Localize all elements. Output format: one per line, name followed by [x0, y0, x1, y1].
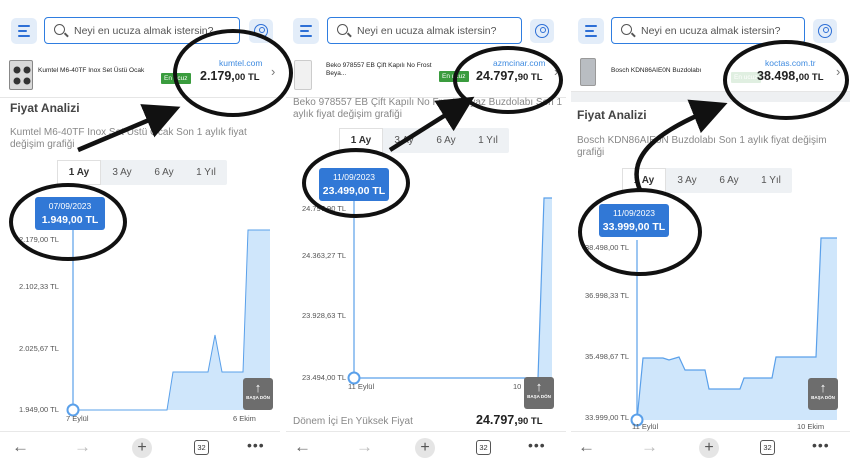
- price-tooltip: 11/09/2023 33.999,00 TL: [599, 204, 669, 237]
- back-to-top-label: BAŞA DÖN: [246, 395, 270, 400]
- x-tick: 11 Eylül: [348, 382, 375, 391]
- more-menu-icon[interactable]: •••: [812, 437, 830, 453]
- y-tick: 1.949,00 TL: [19, 405, 59, 414]
- x-tick: 10 Ekim: [797, 422, 825, 431]
- chart-area: [637, 238, 837, 420]
- y-tick: 23.494,00 TL: [302, 373, 347, 382]
- y-tick: 24.797,90 TL: [302, 204, 347, 213]
- forward-arrow-icon[interactable]: →: [356, 437, 373, 457]
- x-tick: 7 Eylül: [66, 414, 89, 423]
- y-tick: 2.179,00 TL: [19, 235, 59, 244]
- y-tick: 2.102,33 TL: [19, 282, 59, 291]
- arrow-up-icon: ↑: [254, 380, 262, 395]
- forward-arrow-icon[interactable]: →: [74, 437, 91, 457]
- browser-toolbar: ← → + 32 •••: [571, 431, 850, 462]
- new-tab-icon[interactable]: +: [132, 438, 152, 458]
- y-tick: 2.025,67 TL: [19, 344, 59, 353]
- tab-count-icon[interactable]: 32: [194, 440, 209, 455]
- tab-count-icon[interactable]: 32: [476, 440, 491, 455]
- tooltip-date: 11/09/2023: [333, 172, 375, 182]
- new-tab-icon[interactable]: +: [699, 438, 719, 458]
- arrow-up-icon: ↑: [819, 380, 827, 395]
- back-arrow-icon[interactable]: ←: [294, 437, 311, 457]
- back-to-top-button[interactable]: ↑ BAŞA DÖN: [524, 377, 554, 409]
- price-main: 24.797,: [476, 413, 518, 427]
- tooltip-date: 07/09/2023: [48, 201, 92, 211]
- tooltip-date: 11/09/2023: [613, 208, 655, 218]
- more-menu-icon[interactable]: •••: [528, 437, 546, 453]
- price-chart: [347, 196, 552, 385]
- browser-toolbar: ← → + 32 •••: [0, 431, 280, 462]
- forward-arrow-icon[interactable]: →: [641, 437, 658, 457]
- y-tick: 35.498,67 TL: [585, 352, 630, 361]
- tooltip-value: 33.999,00 TL: [602, 221, 666, 233]
- price-decimal: 90 TL: [517, 416, 543, 427]
- back-arrow-icon[interactable]: ←: [12, 437, 29, 457]
- y-tick: 23.928,63 TL: [302, 311, 347, 320]
- new-tab-icon[interactable]: +: [415, 438, 435, 458]
- arrow-up-icon: ↑: [535, 379, 543, 394]
- phone-panel-beko: Neyi en ucuza almak istersin? Beko 97855…: [286, 0, 566, 462]
- back-to-top-button[interactable]: ↑ BAŞA DÖN: [243, 378, 273, 410]
- tab-count-icon[interactable]: 32: [760, 440, 775, 455]
- period-max-price: 24.797,90 TL: [476, 413, 543, 427]
- tooltip-value: 23.499,00 TL: [322, 185, 386, 197]
- chart-line: [354, 197, 552, 379]
- back-arrow-icon[interactable]: ←: [578, 437, 595, 457]
- y-tick: 33.999,00 TL: [585, 413, 630, 422]
- back-to-top-label: BAŞA DÖN: [527, 394, 551, 399]
- x-tick: 6 Ekim: [233, 414, 256, 423]
- more-menu-icon[interactable]: •••: [247, 437, 265, 453]
- y-tick: 36.998,33 TL: [585, 291, 630, 300]
- tooltip-value: 1.949,00 TL: [41, 214, 99, 226]
- price-tooltip: 07/09/2023 1.949,00 TL: [35, 197, 105, 230]
- phone-panel-kumtel: Neyi en ucuza almak istersin? Kumtel M6-…: [0, 0, 280, 462]
- phone-panel-bosch: Neyi en ucuza almak istersin? Bosch KDN8…: [571, 0, 850, 462]
- back-to-top-button[interactable]: ↑ BAŞA DÖN: [808, 378, 838, 410]
- browser-toolbar: ← → + 32 •••: [286, 431, 566, 462]
- y-tick: 38.498,00 TL: [585, 243, 630, 252]
- chart-area: [354, 198, 552, 378]
- screenshot-collage: Neyi en ucuza almak istersin? Kumtel M6-…: [0, 0, 850, 462]
- back-to-top-label: BAŞA DÖN: [811, 395, 835, 400]
- x-tick: 11 Eylül: [632, 422, 659, 431]
- period-max-label: Dönem İçi En Yüksek Fiyat: [293, 416, 413, 427]
- price-tooltip: 11/09/2023 23.499,00 TL: [319, 168, 389, 201]
- y-tick: 24.363,27 TL: [302, 251, 347, 260]
